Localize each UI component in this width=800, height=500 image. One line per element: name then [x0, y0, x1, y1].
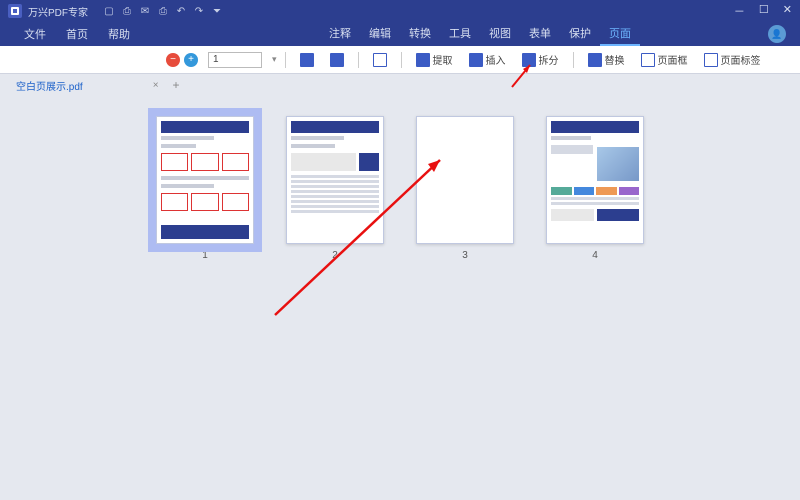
tab-view[interactable]: 视图: [480, 22, 520, 46]
save-icon[interactable]: ⎙: [118, 6, 136, 17]
mail-icon[interactable]: ✉: [136, 6, 154, 17]
menu-help[interactable]: 帮助: [98, 23, 140, 45]
pagebox-button[interactable]: 页面框: [635, 50, 694, 69]
page-number-label: 3: [462, 250, 468, 261]
rotate-left-button[interactable]: [294, 51, 320, 69]
page-number-label: 2: [332, 250, 338, 261]
app-title: 万兴PDF专家: [28, 4, 88, 19]
page-number-label: 1: [202, 250, 208, 261]
title-bar: 万兴PDF专家 ▢ ⎙ ✉ ⎙ ↶ ↷ ⏷ － ☐ ✕: [0, 0, 800, 22]
insert-button[interactable]: 插入: [463, 50, 512, 69]
page-toolbar: − + 1 ▾ 提取 插入 拆分 替换 页面框 页面标签: [0, 46, 800, 74]
document-filename: 空白页展示.pdf: [16, 78, 83, 93]
page-thumbnail-3[interactable]: 3: [416, 116, 514, 500]
tab-annotate[interactable]: 注释: [320, 22, 360, 46]
tab-edit[interactable]: 编辑: [360, 22, 400, 46]
document-tab[interactable]: 空白页展示.pdf ×: [10, 76, 165, 95]
chevron-down-icon[interactable]: ▾: [272, 54, 277, 65]
zoom-out-button[interactable]: −: [166, 53, 180, 67]
tab-tools[interactable]: 工具: [440, 22, 480, 46]
ribbon-tabs: 注释 编辑 转换 工具 视图 表单 保护 页面: [320, 22, 640, 46]
thumbnail-grid: 1 2 3 4: [0, 96, 800, 500]
rotate-right-button[interactable]: [324, 51, 350, 69]
split-button[interactable]: 拆分: [516, 50, 565, 69]
undo-icon[interactable]: ↶: [172, 6, 190, 17]
user-avatar-icon[interactable]: 👤: [768, 25, 786, 43]
pagelabel-button[interactable]: 页面标签: [698, 50, 767, 69]
page-thumbnail-1[interactable]: 1: [156, 116, 254, 500]
replace-button[interactable]: 替换: [582, 50, 631, 69]
window-controls: － ☐ ✕: [734, 3, 792, 19]
add-tab-button[interactable]: +: [173, 78, 180, 92]
close-button[interactable]: ✕: [783, 3, 792, 19]
minimize-button[interactable]: －: [734, 3, 745, 19]
page-number-input[interactable]: 1: [208, 52, 262, 68]
redo-icon[interactable]: ↷: [190, 6, 208, 17]
extract-button[interactable]: 提取: [410, 50, 459, 69]
document-tab-bar: 空白页展示.pdf × +: [0, 74, 800, 96]
close-tab-icon[interactable]: ×: [153, 80, 159, 91]
print-icon[interactable]: ⎙: [154, 6, 172, 17]
delete-page-button[interactable]: [367, 51, 393, 69]
page-thumbnail-4[interactable]: 4: [546, 116, 644, 500]
menu-file[interactable]: 文件: [14, 23, 56, 45]
menu-bar: 文件 首页 帮助 注释 编辑 转换 工具 视图 表单 保护 页面 👤: [0, 22, 800, 46]
tab-page[interactable]: 页面: [600, 22, 640, 46]
app-logo-icon: [8, 4, 22, 18]
page-thumbnail-2[interactable]: 2: [286, 116, 384, 500]
tab-protect[interactable]: 保护: [560, 22, 600, 46]
zoom-in-button[interactable]: +: [184, 53, 198, 67]
folder-icon[interactable]: ▢: [100, 6, 118, 17]
tab-form[interactable]: 表单: [520, 22, 560, 46]
menu-home[interactable]: 首页: [56, 23, 98, 45]
maximize-button[interactable]: ☐: [759, 3, 769, 19]
dropdown-icon[interactable]: ⏷: [208, 6, 226, 17]
page-number-label: 4: [592, 250, 598, 261]
tab-convert[interactable]: 转换: [400, 22, 440, 46]
